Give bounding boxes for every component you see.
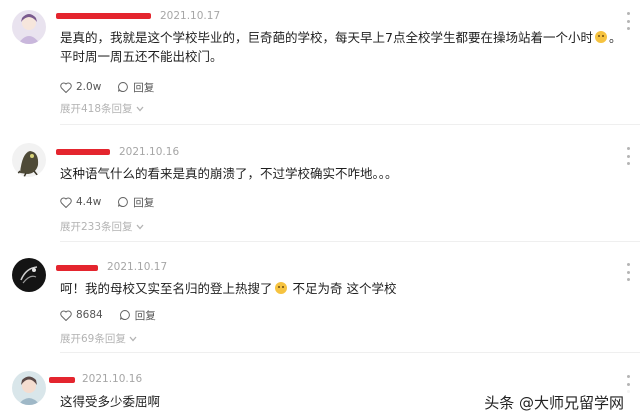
- comment-text-part: 是真的，我就是这个学校毕业的，巨奇葩的学校，每天早上7点全校学生都要在操场站着一…: [60, 30, 593, 45]
- expand-replies-button[interactable]: 展开233条回复: [60, 219, 144, 234]
- expand-replies-button[interactable]: 展开418条回复: [60, 101, 144, 116]
- chevron-down-icon: [136, 224, 144, 230]
- username-redacted: [56, 265, 98, 271]
- reply-label: 回复: [134, 309, 156, 322]
- comment-item: 2021.10.16 这种语气什么的看来是真的崩溃了，不过学校确实不咋地。。。 …: [0, 135, 640, 242]
- comment-list: 2021.10.17 是真的，我就是这个学校毕业的，巨奇葩的学校，每天早上7点全…: [0, 0, 640, 419]
- like-button[interactable]: 8684: [60, 309, 103, 321]
- emoji-icon: [274, 282, 287, 294]
- expand-replies-label: 展开418条回复: [60, 103, 133, 115]
- emoji-icon: [594, 31, 607, 43]
- avatar[interactable]: [12, 143, 46, 177]
- comment-date: 2021.10.17: [160, 10, 221, 22]
- comment-text: 呵！我的母校又实至名归的登上热搜了 不足为奇 这个学校: [60, 279, 628, 298]
- avatar[interactable]: [12, 371, 46, 405]
- more-options-icon[interactable]: [626, 147, 630, 165]
- divider: [60, 124, 640, 125]
- comment-text-part: 呵！我的母校又实至名归的登上热搜了: [60, 281, 273, 296]
- watermark: 头条 @大师兄留学网: [478, 390, 630, 415]
- divider: [60, 241, 640, 242]
- username-redacted: [49, 377, 75, 383]
- comment-icon: [118, 196, 129, 207]
- heart-icon: [60, 197, 72, 208]
- reply-button[interactable]: 回复: [117, 80, 154, 95]
- reply-button[interactable]: 回复: [117, 195, 154, 210]
- comment-date: 2021.10.16: [82, 373, 143, 385]
- comment-date: 2021.10.17: [107, 261, 168, 273]
- reply-label: 回复: [133, 81, 155, 94]
- comment-item: 2021.10.17 呵！我的母校又实至名归的登上热搜了 不足为奇 这个学校 8…: [0, 251, 640, 356]
- chevron-down-icon: [136, 106, 144, 112]
- comment-actions: 2.0w 回复: [60, 79, 170, 95]
- comment-actions: 4.4w 回复: [60, 194, 170, 210]
- like-count: 8684: [76, 309, 103, 321]
- like-count: 4.4w: [76, 196, 102, 208]
- comment-date: 2021.10.16: [119, 146, 180, 158]
- avatar[interactable]: [12, 258, 46, 292]
- expand-replies-label: 展开233条回复: [60, 221, 133, 233]
- expand-replies-label: 展开69条回复: [60, 333, 126, 345]
- like-button[interactable]: 2.0w: [60, 81, 101, 93]
- heart-icon: [60, 310, 72, 321]
- comment-text: 是真的，我就是这个学校毕业的，巨奇葩的学校，每天早上7点全校学生都要在操场站着一…: [60, 28, 628, 66]
- heart-icon: [60, 82, 72, 93]
- expand-replies-button[interactable]: 展开69条回复: [60, 331, 137, 346]
- username-redacted: [56, 149, 110, 155]
- comment-actions: 8684 回复: [60, 307, 172, 323]
- comment-icon: [118, 81, 129, 92]
- chevron-down-icon: [129, 336, 137, 342]
- username-redacted: [56, 13, 151, 19]
- like-button[interactable]: 4.4w: [60, 196, 101, 208]
- avatar[interactable]: [12, 10, 46, 44]
- comment-item: 2021.10.17 是真的，我就是这个学校毕业的，巨奇葩的学校，每天早上7点全…: [0, 0, 640, 125]
- comment-icon: [119, 309, 130, 320]
- comment-text: 这种语气什么的看来是真的崩溃了，不过学校确实不咋地。。。: [60, 166, 398, 181]
- like-count: 2.0w: [76, 81, 102, 93]
- divider: [60, 352, 640, 353]
- reply-label: 回复: [133, 196, 155, 209]
- comment-text-part: 不足为奇 这个学校: [292, 281, 397, 296]
- reply-button[interactable]: 回复: [119, 308, 156, 323]
